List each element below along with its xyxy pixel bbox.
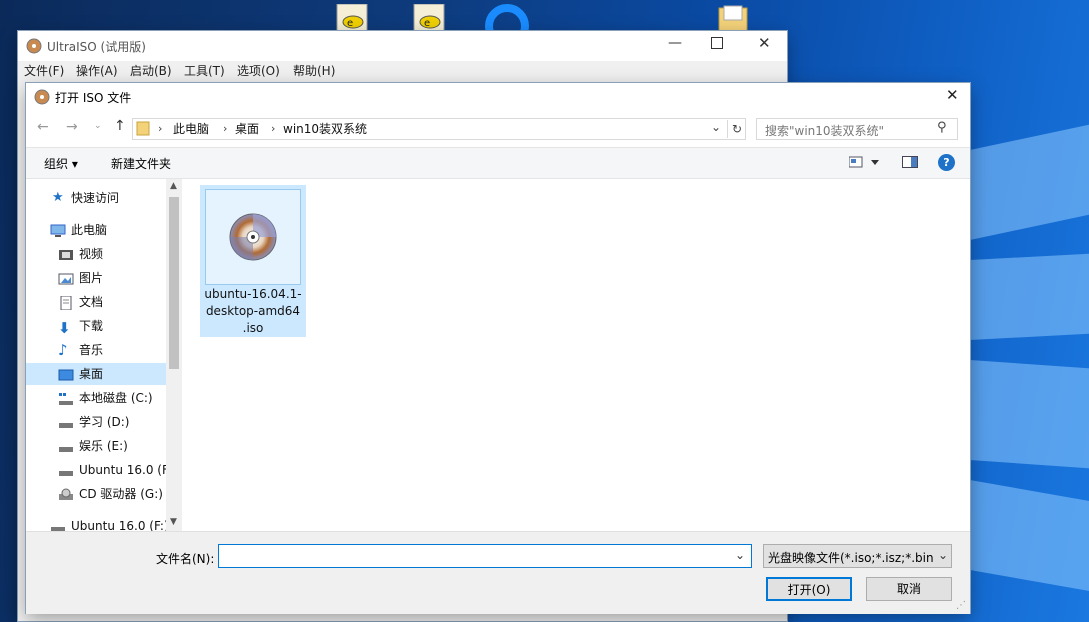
filename-label: 文件名(N): <box>156 552 215 566</box>
nav-drive-d[interactable]: 学习 (D:) <box>26 411 166 433</box>
desktop-document-icon[interactable]: e <box>335 3 371 35</box>
svg-text:e: e <box>347 18 353 29</box>
scroll-up-icon[interactable]: ▲ <box>170 181 177 191</box>
file-type-value: 光盘映像文件(*.iso;*.isz;*.bin;* <box>768 551 934 565</box>
open-button[interactable]: 打开(O) <box>766 577 852 601</box>
maximize-button[interactable] <box>711 37 723 49</box>
desktop-folder-icon[interactable] <box>716 4 752 35</box>
forward-arrow-icon[interactable]: → <box>66 119 78 135</box>
nav-desktop[interactable]: 桌面 <box>26 363 166 385</box>
help-icon[interactable]: ? <box>938 154 955 171</box>
toolbar: 组织 ▾ 新建文件夹 ? <box>26 147 970 179</box>
dialog-title: 打开 ISO 文件 <box>55 91 132 105</box>
drive-icon <box>58 463 74 477</box>
file-list[interactable]: ubuntu-16.04.1- desktop-amd64 .iso <box>186 179 970 531</box>
file-name-line1: ubuntu-16.04.1- <box>204 287 302 301</box>
menu-action[interactable]: 操作(A) <box>76 62 118 79</box>
breadcrumb-desktop[interactable]: 桌面 <box>235 119 259 139</box>
desktop-document-icon[interactable]: e <box>412 3 448 35</box>
refresh-icon[interactable]: ↻ <box>727 120 746 138</box>
svg-text:e: e <box>424 18 430 29</box>
file-type-select[interactable]: 光盘映像文件(*.iso;*.isz;*.bin;* ⌄ <box>763 544 952 568</box>
picture-icon <box>58 271 74 285</box>
breadcrumb-chevron-icon: › <box>271 122 276 135</box>
minimize-button[interactable]: — <box>668 35 682 51</box>
resize-grip-icon[interactable]: ⋰ <box>956 600 966 611</box>
address-bar[interactable]: › 此电脑 › 桌面 › win10装双系统 ⌄ ↻ <box>132 118 746 140</box>
dialog-app-icon <box>34 89 50 105</box>
scroll-down-icon[interactable]: ▼ <box>170 517 177 527</box>
nav-drive-e[interactable]: 娱乐 (E:) <box>26 435 166 457</box>
nav-drive-f[interactable]: Ubuntu 16.0 (F: <box>26 459 166 481</box>
back-arrow-icon[interactable]: ← <box>37 119 49 135</box>
open-iso-dialog: 打开 ISO 文件 ✕ ← → ⌄ ↑ › 此电脑 › 桌面 › win10装双… <box>26 83 970 614</box>
ultraiso-menubar: 文件(F) 操作(A) 启动(B) 工具(T) 选项(O) 帮助(H) <box>24 62 784 82</box>
drive-icon <box>58 439 74 453</box>
star-icon: ★ <box>52 190 64 205</box>
ultraiso-title: UltraISO (试用版) <box>47 40 146 54</box>
computer-icon <box>50 223 66 237</box>
nav-local-disk-c[interactable]: 本地磁盘 (C:) <box>26 387 166 409</box>
drive-icon <box>58 415 74 429</box>
navigation-pane[interactable]: ★ 快速访问 此电脑 视频 图片 文档 ⬇ 下载 ♪ 音乐 桌面 本地磁盘 (C… <box>26 179 182 531</box>
search-icon[interactable]: ⚲ <box>937 120 947 135</box>
ultraiso-titlebar: UltraISO (试用版) — ✕ <box>18 31 787 61</box>
nav-videos[interactable]: 视频 <box>26 243 166 265</box>
document-icon <box>58 295 74 311</box>
file-thumbnail <box>205 189 301 285</box>
scroll-thumb[interactable] <box>169 197 179 369</box>
download-arrow-icon: ⬇ <box>58 319 71 337</box>
view-options-icon[interactable] <box>848 156 879 168</box>
nav-cd-drive-g[interactable]: CD 驱动器 (G:) <box>26 483 166 505</box>
organize-button[interactable]: 组织 ▾ <box>44 155 78 172</box>
music-note-icon: ♪ <box>58 341 68 359</box>
close-button[interactable]: ✕ <box>758 34 771 52</box>
bottom-panel: 文件名(N): ⌄ 光盘映像文件(*.iso;*.isz;*.bin;* ⌄ 打… <box>26 531 970 614</box>
file-item[interactable]: ubuntu-16.04.1- desktop-amd64 .iso <box>200 185 306 337</box>
preview-pane-icon[interactable] <box>902 156 918 168</box>
menu-file[interactable]: 文件(F) <box>24 62 64 79</box>
ultraiso-app-icon <box>26 38 42 54</box>
search-box[interactable]: 搜索"win10装双系统" ⚲ <box>756 118 958 140</box>
nav-this-pc[interactable]: 此电脑 <box>26 219 166 241</box>
windows-drive-icon <box>58 391 74 405</box>
nav-scrollbar[interactable]: ▲ ▼ <box>166 179 182 531</box>
breadcrumb-chevron-icon: › <box>158 122 163 135</box>
cancel-button[interactable]: 取消 <box>866 577 952 601</box>
desktop-ring-icon[interactable] <box>484 4 529 48</box>
up-arrow-icon[interactable]: ↑ <box>114 118 126 134</box>
nav-pictures[interactable]: 图片 <box>26 267 166 289</box>
nav-downloads[interactable]: ⬇ 下载 <box>26 315 166 337</box>
drive-icon <box>50 519 66 531</box>
nav-quick-access[interactable]: ★ 快速访问 <box>26 187 166 209</box>
menu-help[interactable]: 帮助(H) <box>293 62 335 79</box>
desktop-icon <box>58 367 74 381</box>
filename-input[interactable]: ⌄ <box>218 544 752 568</box>
recent-chevron-icon[interactable]: ⌄ <box>94 121 102 131</box>
file-name-line3: .iso <box>242 321 264 335</box>
breadcrumb-chevron-icon: › <box>223 122 228 135</box>
search-input[interactable]: 搜索"win10装双系统" <box>765 122 884 139</box>
cd-drive-icon <box>58 487 74 501</box>
dialog-close-button[interactable]: ✕ <box>946 86 959 104</box>
new-folder-button[interactable]: 新建文件夹 <box>111 155 171 172</box>
disc-icon <box>229 213 277 261</box>
film-icon <box>58 247 74 261</box>
filename-dropdown-icon[interactable]: ⌄ <box>735 548 745 562</box>
menu-tools[interactable]: 工具(T) <box>184 62 225 79</box>
menu-boot[interactable]: 启动(B) <box>130 62 172 79</box>
folder-icon <box>136 121 150 136</box>
nav-ubuntu-f[interactable]: Ubuntu 16.0 (F:) <box>26 515 166 531</box>
breadcrumb-folder[interactable]: win10装双系统 <box>283 119 367 139</box>
file-type-dropdown-icon[interactable]: ⌄ <box>938 548 948 562</box>
file-name: ubuntu-16.04.1- desktop-amd64 .iso <box>201 286 305 337</box>
breadcrumb-this-pc[interactable]: 此电脑 <box>173 119 209 139</box>
nav-documents[interactable]: 文档 <box>26 291 166 313</box>
nav-music[interactable]: ♪ 音乐 <box>26 339 166 361</box>
address-dropdown-icon[interactable]: ⌄ <box>711 120 721 134</box>
file-name-line2: desktop-amd64 <box>205 304 301 318</box>
menu-options[interactable]: 选项(O) <box>237 62 280 79</box>
